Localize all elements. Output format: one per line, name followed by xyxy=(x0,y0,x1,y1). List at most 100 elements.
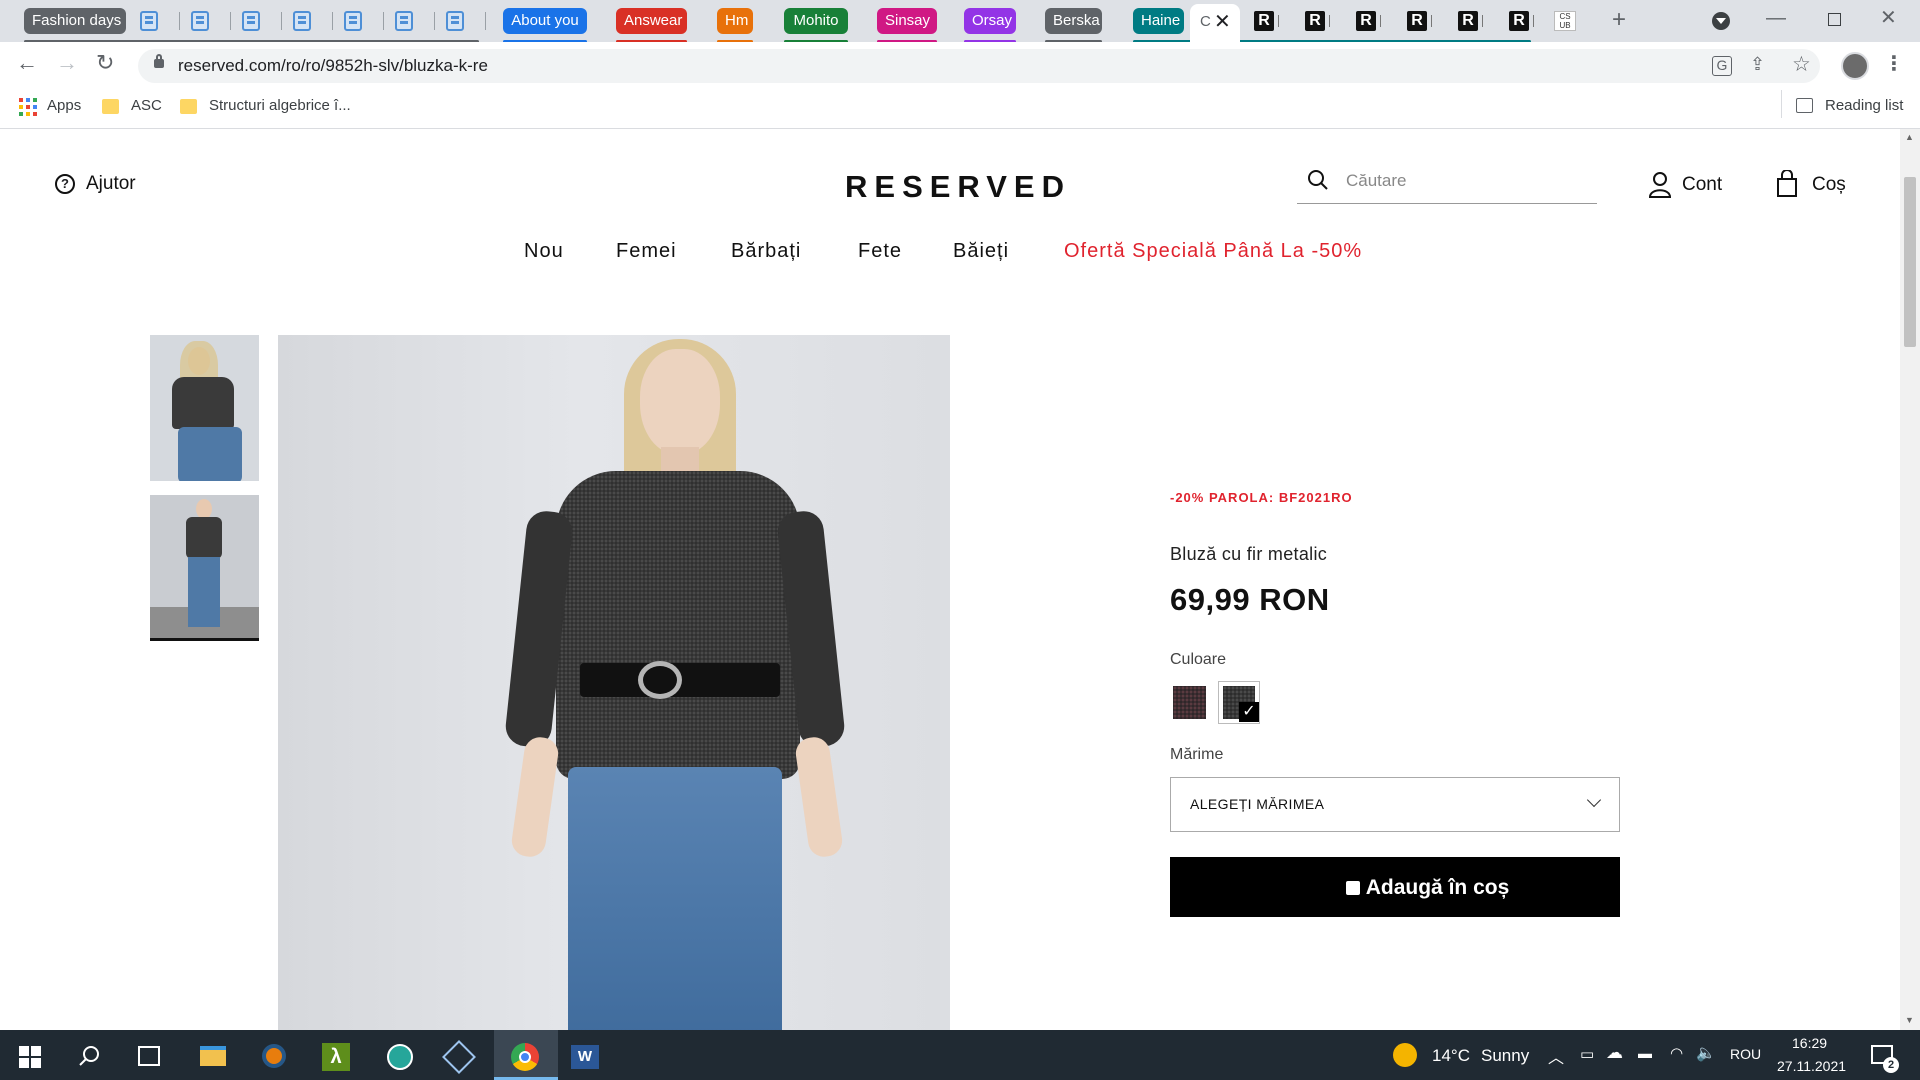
tab-group-orsay[interactable]: Orsay xyxy=(964,8,1016,34)
nav-fete[interactable]: Fete xyxy=(858,240,902,263)
active-thumbnail-indicator xyxy=(150,638,259,641)
nav-baieti[interactable]: Băieți xyxy=(953,240,1009,263)
color-swatch-burgundy[interactable] xyxy=(1173,686,1206,719)
file-explorer-icon[interactable] xyxy=(200,1046,226,1066)
reload-icon[interactable]: ↻ xyxy=(96,52,114,74)
forward-icon[interactable]: → xyxy=(56,52,78,74)
restore-icon[interactable] xyxy=(1828,13,1841,26)
tab-group-sinsay[interactable]: Sinsay xyxy=(877,8,937,34)
profile-avatar[interactable] xyxy=(1841,52,1869,80)
taskbar-search-icon[interactable] xyxy=(79,1045,101,1067)
tab-favicon-f[interactable] xyxy=(236,9,282,33)
translate-icon[interactable]: G xyxy=(1712,56,1732,76)
clock-date[interactable]: 27.11.2021 xyxy=(1777,1058,1846,1074)
tab-group-answear[interactable]: Answear xyxy=(616,8,687,34)
help-icon[interactable]: ? xyxy=(55,174,75,194)
search-icon xyxy=(1308,170,1328,190)
window-close-icon[interactable]: ✕ xyxy=(1880,8,1897,28)
close-tab-icon[interactable]: ✕ xyxy=(1214,9,1231,34)
product-thumbnail-2[interactable] xyxy=(150,495,259,639)
task-view-icon[interactable] xyxy=(138,1046,160,1066)
tab-favicon-f[interactable] xyxy=(287,9,333,33)
form-icon xyxy=(395,11,413,31)
scroll-up-icon[interactable]: ▲ xyxy=(1905,132,1914,142)
scrollbar-thumb[interactable] xyxy=(1904,177,1916,347)
url-text: reserved.com/ro/ro/9852h-slv/bluzka-k-re xyxy=(178,56,488,75)
nav-femei[interactable]: Femei xyxy=(616,240,677,263)
scroll-down-icon[interactable]: ▼ xyxy=(1905,1015,1914,1025)
tab-reserved[interactable]: R xyxy=(1299,9,1347,33)
account-link[interactable]: Cont xyxy=(1682,174,1722,196)
account-icon[interactable] xyxy=(1648,172,1672,198)
nav-nou[interactable]: Nou xyxy=(524,240,564,263)
tab-group-about-you[interactable]: About you xyxy=(503,8,587,34)
tab-search-icon[interactable] xyxy=(1712,12,1730,30)
atom-icon[interactable] xyxy=(387,1044,413,1070)
clock-time[interactable]: 16:29 xyxy=(1792,1035,1827,1051)
tab-group-berska[interactable]: Berska xyxy=(1045,8,1102,34)
active-tab[interactable]: C ✕ xyxy=(1190,4,1240,42)
tab-reserved[interactable]: R xyxy=(1503,9,1551,33)
onedrive-icon[interactable]: ☁ xyxy=(1606,1043,1623,1063)
minimize-icon[interactable]: — xyxy=(1766,8,1786,28)
tab-favicon-f[interactable] xyxy=(389,9,435,33)
windows-start-icon[interactable] xyxy=(19,1046,41,1068)
bookmark-star-icon[interactable]: ☆ xyxy=(1792,52,1811,77)
reading-list-button[interactable]: Reading list xyxy=(1825,97,1903,114)
add-to-cart-button[interactable]: Adaugă în coș xyxy=(1170,857,1620,917)
nav-barbati[interactable]: Bărbați xyxy=(731,240,801,263)
form-icon xyxy=(242,11,260,31)
share-icon[interactable]: ⇪ xyxy=(1750,54,1765,75)
folder-icon xyxy=(180,99,197,114)
wifi-icon[interactable]: ◠ xyxy=(1670,1044,1683,1062)
lambda-app-icon[interactable]: λ xyxy=(322,1043,350,1071)
chevron-up-icon[interactable]: ︿ xyxy=(1548,1044,1564,1068)
bookmark-apps[interactable]: Apps xyxy=(47,97,81,114)
bookmark-structuri-algebrice[interactable]: Structuri algebrice î... xyxy=(209,97,351,114)
tab-group-haine[interactable]: Haine xyxy=(1133,8,1184,34)
blender-icon[interactable] xyxy=(262,1044,286,1068)
tab-group-mohito[interactable]: Mohito xyxy=(784,8,848,34)
product-thumbnail-1[interactable] xyxy=(150,335,259,481)
color-swatch-black-selected[interactable]: ✓ xyxy=(1218,681,1260,724)
tab-group-fashion-days[interactable]: Fashion days xyxy=(24,8,126,34)
chrome-menu-icon[interactable]: ⋮ xyxy=(1884,54,1904,74)
search-input[interactable]: Căutare xyxy=(1346,171,1406,191)
tab-favicon-f[interactable] xyxy=(440,9,486,33)
nav-special-offer[interactable]: Ofertă Specială Până La -50% xyxy=(1064,240,1362,263)
language-indicator[interactable]: ROU xyxy=(1730,1046,1761,1062)
tab-group-hm[interactable]: Hm xyxy=(717,8,753,34)
tab-favicon-f[interactable] xyxy=(185,9,231,33)
tab-reserved[interactable]: R xyxy=(1452,9,1500,33)
model-jeans-left xyxy=(568,767,672,1030)
meet-icon[interactable]: ▭ xyxy=(1580,1045,1594,1063)
weather-temp[interactable]: 14°C xyxy=(1432,1046,1470,1066)
address-bar[interactable]: reserved.com/ro/ro/9852h-slv/bluzka-k-re… xyxy=(138,49,1820,83)
new-tab-icon[interactable]: + xyxy=(1612,8,1626,32)
battery-icon[interactable]: ▬ xyxy=(1638,1045,1652,1061)
size-label: Mărime xyxy=(1170,746,1224,763)
cart-icon[interactable] xyxy=(1776,170,1798,198)
tab-reserved[interactable]: R xyxy=(1401,9,1449,33)
help-link[interactable]: Ajutor xyxy=(86,173,136,195)
belt-buckle xyxy=(638,661,682,699)
lock-shackle xyxy=(156,54,162,61)
tab-reserved[interactable]: R xyxy=(1248,9,1296,33)
volume-icon[interactable]: 🔈 xyxy=(1696,1043,1716,1063)
tab-favicon-f[interactable] xyxy=(338,9,384,33)
model-jeans-right xyxy=(672,767,782,1030)
product-main-image[interactable] xyxy=(278,335,950,1030)
site-logo[interactable]: RESERVED xyxy=(845,169,1071,205)
bag-icon xyxy=(1345,881,1360,895)
bookmark-asc[interactable]: ASC xyxy=(131,97,162,114)
tab-favicon-f[interactable] xyxy=(134,9,180,33)
back-icon[interactable]: ← xyxy=(16,52,38,74)
cs-ub-favicon-icon[interactable]: CS UB xyxy=(1554,11,1576,31)
tab-reserved[interactable]: R xyxy=(1350,9,1398,33)
cart-link[interactable]: Coș xyxy=(1812,174,1846,196)
word-icon[interactable]: W xyxy=(571,1045,599,1069)
weather-text[interactable]: Sunny xyxy=(1481,1046,1529,1066)
product-name: Bluză cu fir metalic xyxy=(1170,544,1328,564)
search-box[interactable]: Căutare xyxy=(1297,160,1597,204)
size-select[interactable]: ALEGEȚI MĂRIMEA xyxy=(1170,777,1620,832)
